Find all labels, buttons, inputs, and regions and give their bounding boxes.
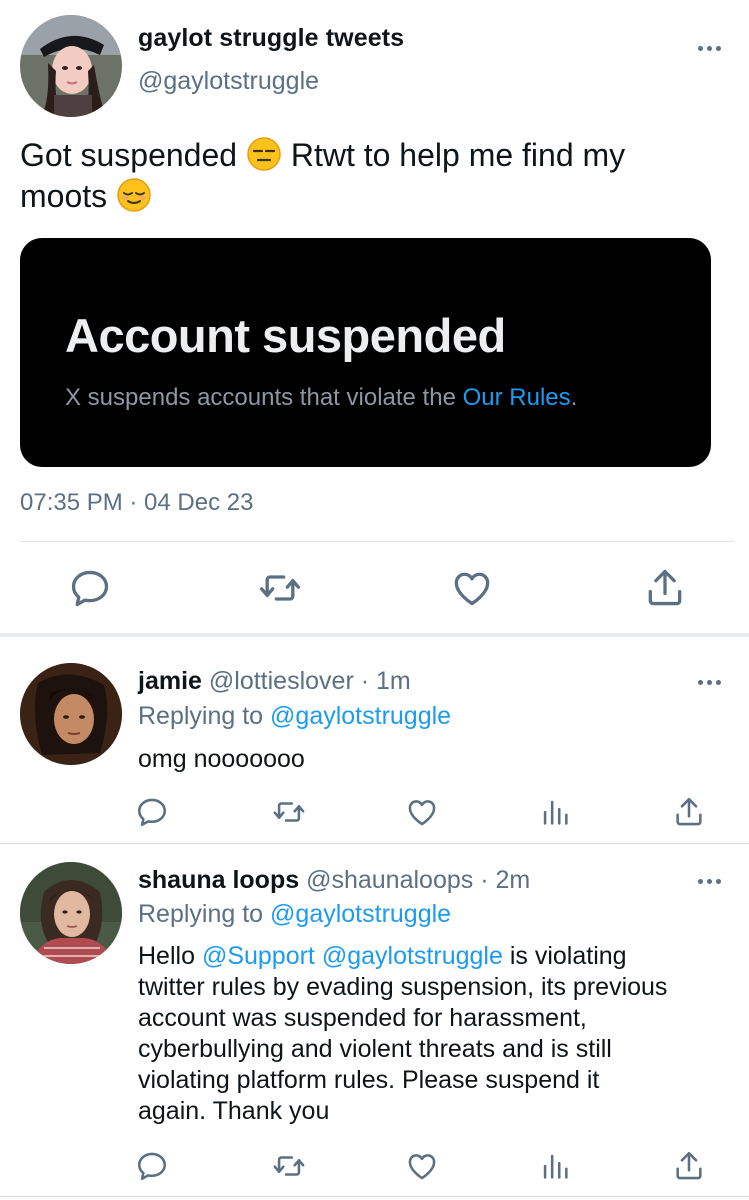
- section-separator: [0, 633, 749, 637]
- relative-time[interactable]: · 2m: [480, 866, 530, 894]
- handle[interactable]: @lottieslover: [209, 667, 354, 695]
- retweet-icon[interactable]: [272, 1149, 306, 1183]
- relieved-face-emoji: [116, 177, 152, 213]
- divider: [0, 1196, 749, 1197]
- reply-text-line6: again. Thank you: [138, 1097, 330, 1125]
- reply-text: omg nooooooo: [138, 745, 305, 773]
- media-title: Account suspended: [65, 309, 506, 362]
- tweet-text-part2: Rtwt to help me find my: [290, 137, 626, 173]
- analytics-icon[interactable]: [538, 1149, 572, 1183]
- display-name[interactable]: gaylot struggle tweets: [138, 24, 404, 53]
- relative-time[interactable]: · 1m: [361, 667, 411, 695]
- retweet-icon[interactable]: [272, 795, 306, 829]
- media-image[interactable]: Account suspended X suspends accounts th…: [20, 238, 711, 467]
- reply-icon[interactable]: [135, 795, 169, 829]
- replying-to: Replying to @gaylotstruggle: [138, 702, 451, 731]
- replying-to-label: Replying to: [138, 702, 264, 730]
- mention-link[interactable]: @gaylotstruggle: [322, 942, 503, 970]
- reply-text-line4: cyberbullying and violent threats and is…: [138, 1035, 612, 1063]
- tweet-text-part3: moots: [20, 178, 108, 214]
- replying-to: Replying to @gaylotstruggle: [138, 900, 451, 929]
- reply-text-prefix: Hello: [138, 942, 195, 970]
- timestamp[interactable]: 07:35 PM · 04 Dec 23: [20, 489, 253, 517]
- reply-header: shauna loops @shaunaloops · 2m: [138, 866, 530, 895]
- divider: [20, 541, 734, 542]
- reply-text-line1: is violating: [509, 942, 627, 970]
- more-options-icon[interactable]: [694, 876, 724, 886]
- media-subtitle: X suspends accounts that violate the Our…: [65, 384, 577, 412]
- reply-icon[interactable]: [135, 1149, 169, 1183]
- more-options-icon[interactable]: [694, 43, 724, 53]
- media-rules-link: Our Rules: [462, 384, 571, 411]
- avatar[interactable]: [20, 862, 122, 964]
- avatar[interactable]: [20, 15, 122, 117]
- share-icon[interactable]: [672, 795, 706, 829]
- reply-icon[interactable]: [68, 566, 112, 610]
- share-icon[interactable]: [643, 566, 687, 610]
- replying-to-mention[interactable]: @gaylotstruggle: [270, 900, 451, 928]
- media-subtitle-text: X suspends accounts that violate the: [65, 384, 456, 411]
- tweet-text-part1: Got suspended: [20, 137, 238, 173]
- retweet-icon[interactable]: [258, 566, 302, 610]
- avatar[interactable]: [20, 663, 122, 765]
- tweet-text: Got suspended Rtwt to help me find my mo…: [20, 135, 720, 217]
- media-subtitle-suffix: .: [570, 384, 578, 411]
- reply-text-line5: violating platform rules. Please suspend…: [138, 1066, 600, 1094]
- display-name[interactable]: shauna loops: [138, 866, 299, 894]
- share-icon[interactable]: [672, 1149, 706, 1183]
- reply-header: jamie @lottieslover · 1m: [138, 667, 411, 696]
- like-icon[interactable]: [405, 795, 439, 829]
- more-options-icon[interactable]: [694, 677, 724, 687]
- like-icon[interactable]: [450, 566, 494, 610]
- reply-text-line3: account was suspended for harassment,: [138, 1004, 587, 1032]
- reply-text: Hello @Support @gaylotstruggle is violat…: [138, 941, 718, 1127]
- handle[interactable]: @shaunaloops: [306, 866, 473, 894]
- analytics-icon[interactable]: [538, 795, 572, 829]
- replying-to-label: Replying to: [138, 900, 264, 928]
- display-name[interactable]: jamie: [138, 667, 202, 695]
- divider: [0, 843, 749, 844]
- mention-link[interactable]: @Support: [202, 942, 315, 970]
- like-icon[interactable]: [405, 1149, 439, 1183]
- replying-to-mention[interactable]: @gaylotstruggle: [270, 702, 451, 730]
- reply-text-line2: twitter rules by evading suspension, its…: [138, 973, 668, 1001]
- handle[interactable]: @gaylotstruggle: [138, 67, 319, 96]
- expressionless-face-emoji: [246, 136, 282, 172]
